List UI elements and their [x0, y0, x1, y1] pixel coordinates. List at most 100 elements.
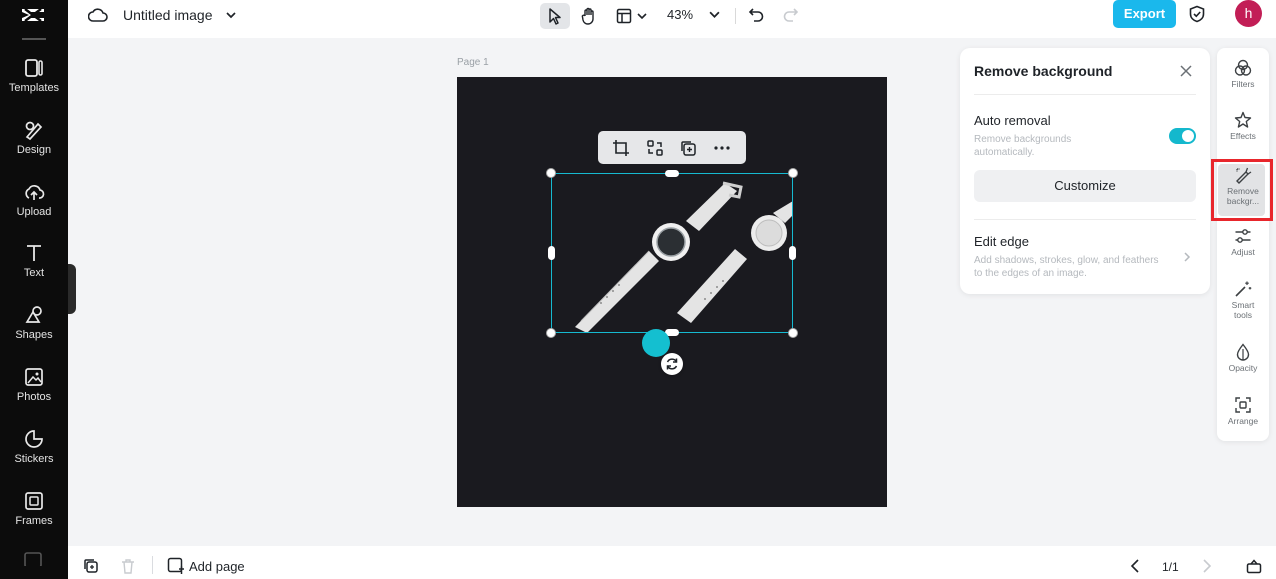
chevron-down-icon[interactable] — [225, 9, 237, 21]
user-avatar[interactable]: h — [1235, 0, 1262, 27]
resize-handle-left[interactable] — [548, 246, 555, 260]
zoom-level[interactable]: 43% — [667, 7, 693, 22]
cursor-arrow-icon — [549, 8, 561, 25]
tool-adjust[interactable]: Adjust — [1217, 227, 1269, 257]
previous-page-icon[interactable] — [1128, 558, 1144, 574]
tool-label: Smart tools — [1231, 300, 1255, 320]
more-options-icon[interactable] — [713, 139, 731, 157]
redo-icon[interactable] — [782, 6, 799, 23]
tool-label: Opacity — [1228, 363, 1258, 373]
filters-icon — [1234, 59, 1252, 76]
tool-filters[interactable]: Filters — [1217, 59, 1269, 89]
hand-icon — [581, 7, 594, 25]
auto-removal-title: Auto removal — [974, 113, 1051, 128]
chevron-right-icon — [1184, 252, 1191, 262]
sidebar-item-label: Templates — [8, 82, 60, 94]
export-button[interactable]: Export — [1113, 0, 1176, 28]
layout-icon — [616, 8, 632, 24]
edit-edge-title: Edit edge — [974, 234, 1029, 249]
adjust-icon — [1235, 229, 1251, 243]
replace-icon[interactable] — [646, 139, 664, 157]
top-bar: Untitled image 43% Export h — [68, 0, 1276, 38]
sidebar-item-label: Stickers — [14, 453, 54, 465]
templates-icon — [25, 59, 43, 77]
duplicate-page-icon[interactable] — [83, 558, 99, 574]
sidebar-item-stickers[interactable]: Stickers — [0, 428, 68, 480]
customize-button[interactable]: Customize — [974, 170, 1196, 202]
sidebar-item-upload[interactable]: Upload — [0, 181, 68, 233]
chevron-down-icon[interactable] — [709, 9, 720, 20]
toolbar-divider — [735, 8, 736, 24]
auto-removal-description: Remove backgrounds automatically. — [974, 134, 1072, 158]
resize-handle-top-left[interactable] — [546, 168, 556, 178]
bottom-bar: Add page 1/1 — [68, 546, 1276, 579]
resize-handle-right[interactable] — [789, 246, 796, 260]
frames-icon — [25, 492, 43, 510]
sidebar-item-label: Design — [16, 144, 52, 156]
chevron-down-icon — [637, 13, 647, 20]
left-sidebar: Templates Design Upload Text Shapes Phot… — [0, 0, 68, 579]
tool-label: Arrange — [1227, 416, 1259, 426]
add-page-icon — [167, 557, 184, 574]
selection-box — [551, 173, 793, 333]
layout-dropdown-button[interactable] — [614, 3, 650, 29]
divider — [152, 556, 153, 574]
tool-effects[interactable]: Effects — [1217, 111, 1269, 141]
sidebar-item-design[interactable]: Design — [0, 119, 68, 171]
panel-title: Remove background — [974, 63, 1113, 79]
sidebar-item-templates[interactable]: Templates — [0, 57, 68, 109]
tool-label: Filters — [1231, 79, 1255, 89]
sidebar-item-photos[interactable]: Photos — [0, 366, 68, 418]
sidebar-item-text[interactable]: Text — [0, 242, 68, 294]
text-icon — [27, 245, 41, 261]
sidebar-item-label: Photos — [16, 391, 52, 403]
divider — [974, 94, 1196, 95]
sidebar-item-shapes[interactable]: Shapes — [0, 304, 68, 356]
select-tool-button[interactable] — [540, 3, 570, 29]
sidebar-item-label: Shapes — [15, 329, 53, 341]
opacity-icon — [1236, 343, 1250, 361]
sidebar-item-label: Upload — [16, 206, 52, 218]
rotate-handle[interactable] — [661, 353, 683, 375]
undo-icon[interactable] — [748, 6, 765, 23]
shapes-icon — [25, 306, 42, 323]
element-floating-toolbar — [598, 131, 746, 164]
duplicate-icon[interactable] — [679, 139, 697, 157]
tool-label: Adjust — [1231, 247, 1255, 257]
toggle-knob — [1182, 130, 1194, 142]
next-page-icon[interactable] — [1198, 558, 1214, 574]
smart-tools-icon — [1235, 281, 1252, 297]
tool-arrange[interactable]: Arrange — [1217, 396, 1269, 426]
resize-handle-bottom-left[interactable] — [546, 328, 556, 338]
resize-handle-top-right[interactable] — [788, 168, 798, 178]
arrange-icon — [1235, 397, 1251, 413]
sidebar-collapse-handle[interactable] — [68, 264, 76, 314]
document-title[interactable]: Untitled image — [123, 7, 213, 23]
add-page-label: Add page — [189, 559, 245, 574]
remove-background-panel: Remove background Auto removal Remove ba… — [960, 48, 1210, 294]
tool-label: Effects — [1230, 131, 1256, 141]
highlight-annotation-box — [1211, 159, 1273, 221]
hand-tool-button[interactable] — [575, 3, 603, 29]
photos-icon — [25, 368, 43, 386]
pages-panel-icon[interactable] — [1246, 558, 1262, 574]
close-icon[interactable] — [1179, 64, 1193, 78]
edit-edge-description: Add shadows, strokes, glow, and feathers… — [974, 255, 1159, 279]
page-indicator: 1/1 — [1162, 560, 1179, 574]
capcut-logo[interactable] — [18, 4, 48, 26]
upload-icon — [25, 185, 45, 200]
trash-icon[interactable] — [120, 558, 136, 574]
tool-smart-tools[interactable]: Smart tools — [1217, 280, 1269, 320]
sidebar-item-label: Text — [23, 267, 45, 279]
shield-icon[interactable] — [1188, 5, 1206, 23]
design-icon — [25, 121, 43, 141]
rotate-icon — [666, 358, 678, 370]
resize-handle-top[interactable] — [665, 170, 679, 177]
resize-handle-bottom-right[interactable] — [788, 328, 798, 338]
sidebar-item-frames[interactable]: Frames — [0, 490, 68, 542]
cursor-indicator — [642, 329, 670, 357]
crop-icon[interactable] — [612, 139, 630, 157]
tool-opacity[interactable]: Opacity — [1217, 343, 1269, 373]
auto-removal-toggle[interactable] — [1169, 128, 1196, 144]
more-tools-icon[interactable] — [24, 552, 42, 566]
